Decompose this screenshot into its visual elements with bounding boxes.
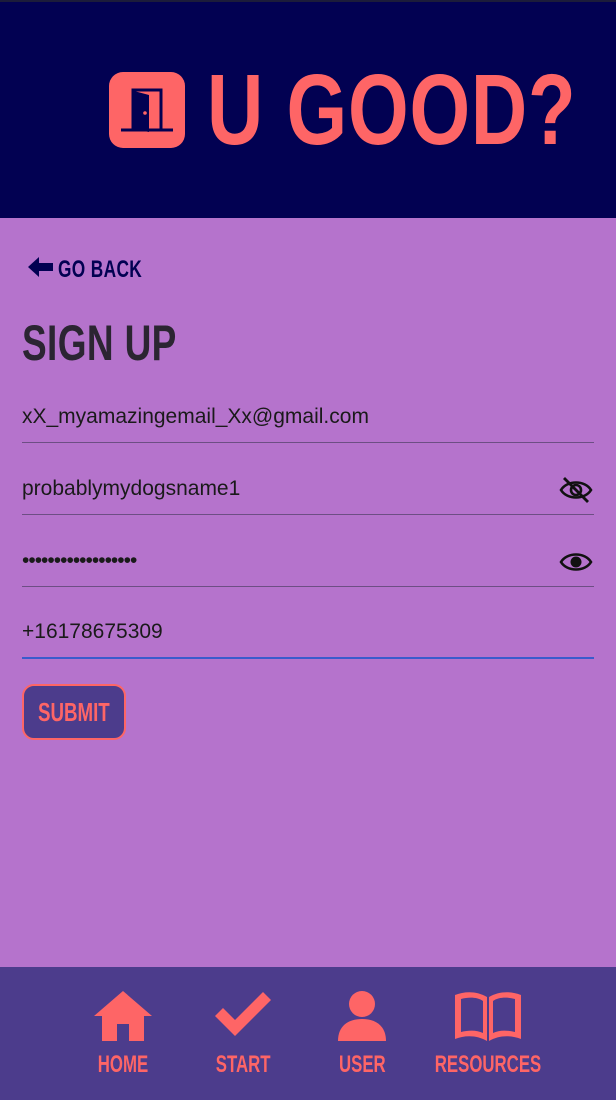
go-back-link[interactable]: GO BACK — [28, 256, 175, 283]
checkmark-icon — [213, 987, 273, 1045]
book-icon — [453, 987, 523, 1045]
confirm-password-input[interactable]: •••••••••••••••••• — [22, 549, 137, 573]
eye-slash-icon[interactable] — [558, 476, 594, 504]
home-icon — [93, 987, 153, 1045]
nav-label-user: USER — [338, 1051, 386, 1078]
nav-label-start: START — [215, 1051, 271, 1078]
confirm-password-field: •••••••••••••••••• — [22, 536, 594, 587]
app-header: U GOOD? — [0, 2, 616, 218]
go-back-label: GO BACK — [58, 255, 143, 283]
nav-item-user[interactable]: USER — [334, 987, 390, 1077]
password-input[interactable] — [22, 469, 542, 509]
nav-item-start[interactable]: START — [212, 987, 274, 1077]
page-title: SIGN UP — [22, 315, 177, 371]
nav-label-home: HOME — [97, 1051, 149, 1078]
user-icon — [336, 987, 388, 1045]
email-field — [22, 392, 594, 443]
nav-item-resources[interactable]: RESOURCES — [434, 987, 542, 1078]
eye-icon[interactable] — [558, 548, 594, 576]
phone-input[interactable] — [22, 612, 542, 652]
door-icon — [109, 72, 185, 148]
submit-button[interactable]: SUBMIT — [22, 684, 126, 740]
app-title: U GOOD? — [207, 54, 577, 166]
email-input[interactable] — [22, 397, 542, 437]
submit-label: SUBMIT — [38, 696, 110, 727]
phone-field — [22, 607, 594, 659]
password-field — [22, 464, 594, 515]
brand: U GOOD? — [109, 54, 577, 166]
nav-item-home[interactable]: HOME — [92, 987, 154, 1077]
arrow-left-icon — [28, 256, 54, 283]
nav-label-resources: RESOURCES — [434, 1051, 542, 1078]
bottom-nav: HOME START USER RESOURCES — [0, 967, 616, 1100]
